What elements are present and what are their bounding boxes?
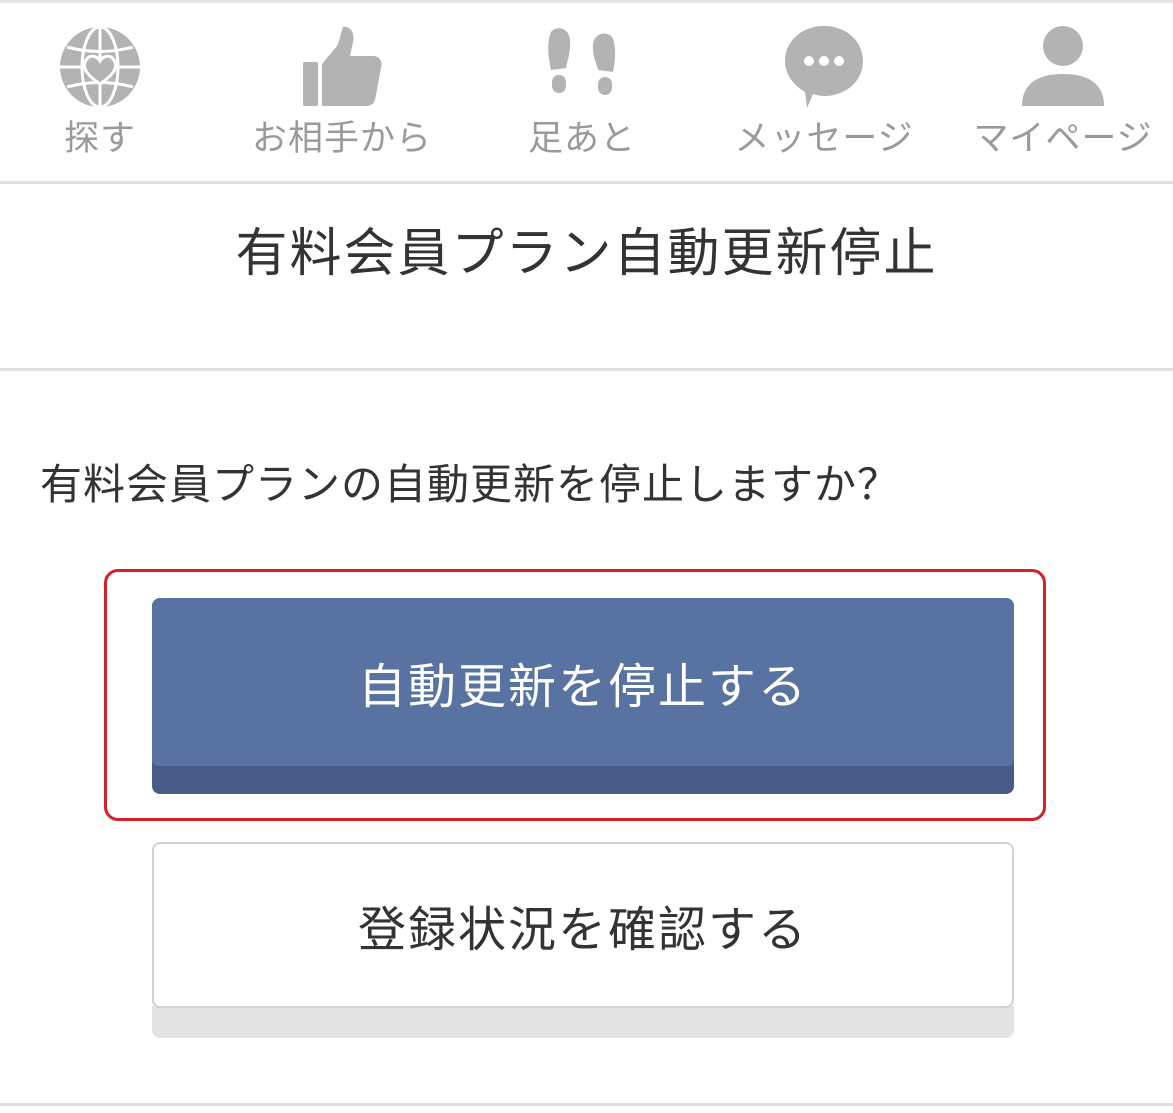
- tab-search[interactable]: 探す: [0, 3, 200, 181]
- chat-bubble-icon: [779, 22, 869, 112]
- title-divider: [0, 368, 1173, 371]
- nav-divider: [0, 181, 1173, 184]
- page-title: 有料会員プラン自動更新停止: [235, 224, 938, 284]
- tab-messages-label: メッセージ: [734, 119, 914, 159]
- person-icon: [1018, 22, 1108, 112]
- globe-heart-icon: [55, 22, 145, 112]
- stop-auto-renewal-button[interactable]: 自動更新を停止する: [152, 598, 1014, 794]
- confirm-question: 有料会員プランの自動更新を停止しますか？: [40, 460, 901, 509]
- tab-mypage[interactable]: マイページ: [958, 3, 1168, 181]
- tab-search-label: 探す: [63, 119, 136, 159]
- tab-mypage-label: マイページ: [973, 119, 1153, 159]
- bottom-divider: [0, 1103, 1173, 1106]
- bottom-tab-bar: 探す お相手から 足あと メッセージ マイページ: [0, 3, 1173, 181]
- tab-from-partner-label: お相手から: [251, 119, 432, 159]
- tab-messages[interactable]: メッセージ: [714, 3, 934, 181]
- tab-from-partner[interactable]: お相手から: [232, 3, 452, 181]
- thumbs-up-icon: [297, 22, 387, 112]
- tab-footprints[interactable]: 足あと: [482, 3, 682, 181]
- stop-auto-renewal-label: 自動更新を停止する: [357, 659, 808, 715]
- tab-footprints-label: 足あと: [527, 119, 636, 159]
- footprints-icon: [537, 22, 627, 112]
- check-status-button-shadow: [152, 1006, 1014, 1038]
- check-registration-button[interactable]: 登録状況を確認する: [152, 842, 1014, 1008]
